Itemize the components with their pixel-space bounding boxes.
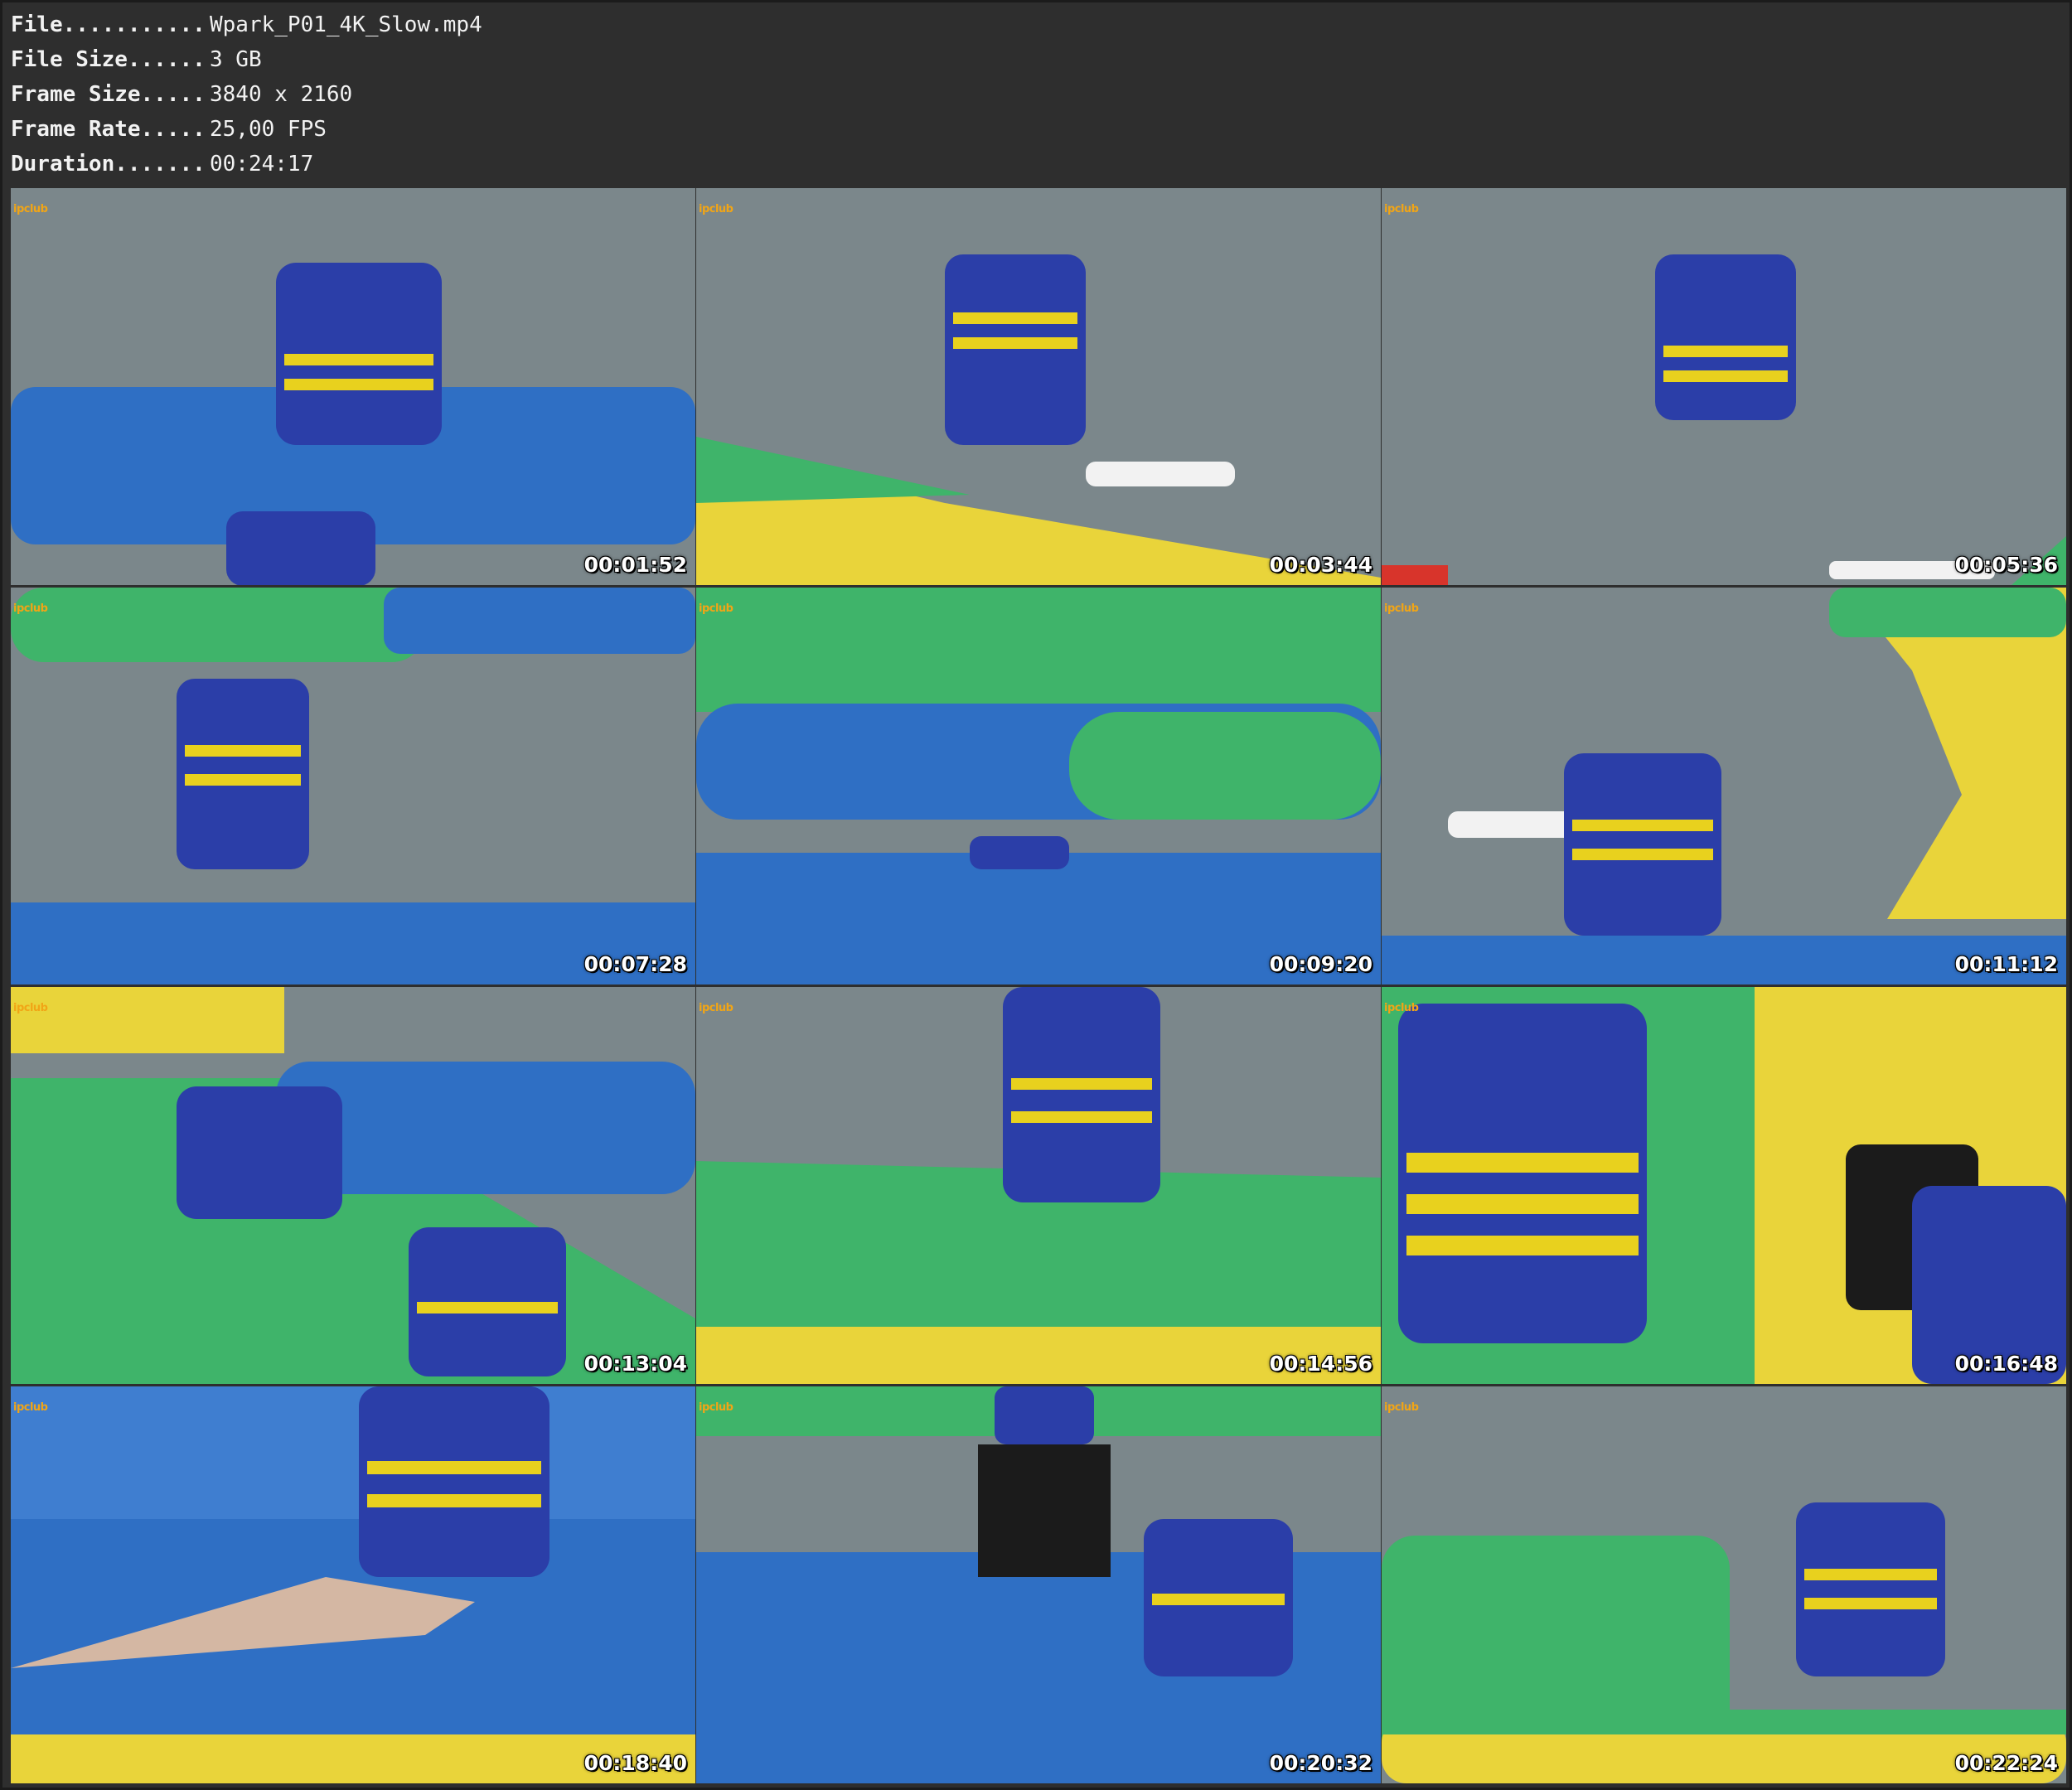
thumbnail-timestamp: 00:09:20 bbox=[1269, 952, 1372, 976]
file-info-panel: File........... Wpark_P01_4K_Slow.mp4 Fi… bbox=[11, 7, 1005, 181]
thumbnail-8: ipclub 00:14:56 bbox=[696, 987, 1381, 1384]
info-row-file: File........... Wpark_P01_4K_Slow.mp4 bbox=[11, 7, 1005, 42]
thumbnail-timestamp: 00:18:40 bbox=[583, 1751, 687, 1775]
info-key: File Size...... bbox=[11, 47, 206, 72]
thumbnail-4: ipclub 00:07:28 bbox=[11, 588, 695, 984]
thumbnail-timestamp: 00:03:44 bbox=[1269, 553, 1372, 577]
watermark-logo: ipclub bbox=[699, 203, 733, 215]
watermark-logo: ipclub bbox=[1384, 602, 1419, 615]
thumbnail-image bbox=[11, 1386, 695, 1783]
watermark-logo: ipclub bbox=[13, 1002, 48, 1014]
watermark-logo: ipclub bbox=[1384, 1401, 1419, 1414]
info-value: 00:24:17 bbox=[210, 152, 314, 177]
watermark-logo: ipclub bbox=[13, 203, 48, 215]
thumbnail-12: ipclub 00:22:24 bbox=[1382, 1386, 2066, 1783]
thumbnail-timestamp: 00:05:36 bbox=[1954, 553, 2058, 577]
info-value: 3840 x 2160 bbox=[210, 82, 353, 107]
thumbnail-image bbox=[11, 188, 695, 585]
thumbnail-5: ipclub 00:09:20 bbox=[696, 588, 1381, 984]
thumbnail-image bbox=[11, 588, 695, 984]
contact-sheet: File........... Wpark_P01_4K_Slow.mp4 Fi… bbox=[0, 0, 2072, 1790]
thumbnail-10: ipclub 00:18:40 bbox=[11, 1386, 695, 1783]
thumbnail-image bbox=[1382, 987, 2066, 1384]
thumbnail-timestamp: 00:01:52 bbox=[583, 553, 687, 577]
thumbnail-11: ipclub 00:20:32 bbox=[696, 1386, 1381, 1783]
watermark-logo: ipclub bbox=[13, 1401, 48, 1414]
info-row-duration: Duration....... 00:24:17 bbox=[11, 147, 1005, 181]
thumbnail-3: ipclub 00:05:36 bbox=[1382, 188, 2066, 585]
info-key: Frame Rate..... bbox=[11, 117, 206, 142]
thumbnail-timestamp: 00:22:24 bbox=[1954, 1751, 2058, 1775]
thumbnail-9: ipclub 00:16:48 bbox=[1382, 987, 2066, 1384]
watermark-logo: ipclub bbox=[699, 1401, 733, 1414]
info-value: 3 GB bbox=[210, 47, 262, 72]
thumbnail-timestamp: 00:20:32 bbox=[1269, 1751, 1372, 1775]
thumbnail-timestamp: 00:07:28 bbox=[583, 952, 687, 976]
watermark-logo: ipclub bbox=[699, 602, 733, 615]
thumbnail-image bbox=[696, 588, 1381, 984]
info-value: Wpark_P01_4K_Slow.mp4 bbox=[210, 12, 482, 37]
info-key: Duration....... bbox=[11, 152, 206, 177]
thumbnail-image bbox=[696, 987, 1381, 1384]
thumbnail-1: ipclub 00:01:52 bbox=[11, 188, 695, 585]
thumbnail-image bbox=[1382, 588, 2066, 984]
thumbnail-image bbox=[1382, 188, 2066, 585]
thumbnail-image bbox=[696, 188, 1381, 585]
thumbnail-image bbox=[1382, 1386, 2066, 1783]
info-key: File........... bbox=[11, 12, 206, 37]
thumbnail-6: ipclub 00:11:12 bbox=[1382, 588, 2066, 984]
info-row-frame-rate: Frame Rate..... 25,00 FPS bbox=[11, 112, 1005, 147]
info-key: Frame Size..... bbox=[11, 82, 206, 107]
info-row-file-size: File Size...... 3 GB bbox=[11, 42, 1005, 77]
thumbnail-image bbox=[696, 1386, 1381, 1783]
thumbnail-timestamp: 00:14:56 bbox=[1269, 1352, 1372, 1376]
watermark-logo: ipclub bbox=[1384, 1002, 1419, 1014]
thumbnail-image bbox=[11, 987, 695, 1384]
watermark-logo: ipclub bbox=[13, 602, 48, 615]
thumbnail-7: ipclub 00:13:04 bbox=[11, 987, 695, 1384]
thumbnail-2: ipclub 00:03:44 bbox=[696, 188, 1381, 585]
thumbnail-grid: ipclub 00:01:52 ipclub 00:03:44 ipclub 00:0… bbox=[11, 188, 2066, 1786]
thumbnail-timestamp: 00:11:12 bbox=[1954, 952, 2058, 976]
watermark-logo: ipclub bbox=[699, 1002, 733, 1014]
thumbnail-timestamp: 00:13:04 bbox=[583, 1352, 687, 1376]
info-value: 25,00 FPS bbox=[210, 117, 327, 142]
info-row-frame-size: Frame Size..... 3840 x 2160 bbox=[11, 77, 1005, 112]
thumbnail-timestamp: 00:16:48 bbox=[1954, 1352, 2058, 1376]
watermark-logo: ipclub bbox=[1384, 203, 1419, 215]
